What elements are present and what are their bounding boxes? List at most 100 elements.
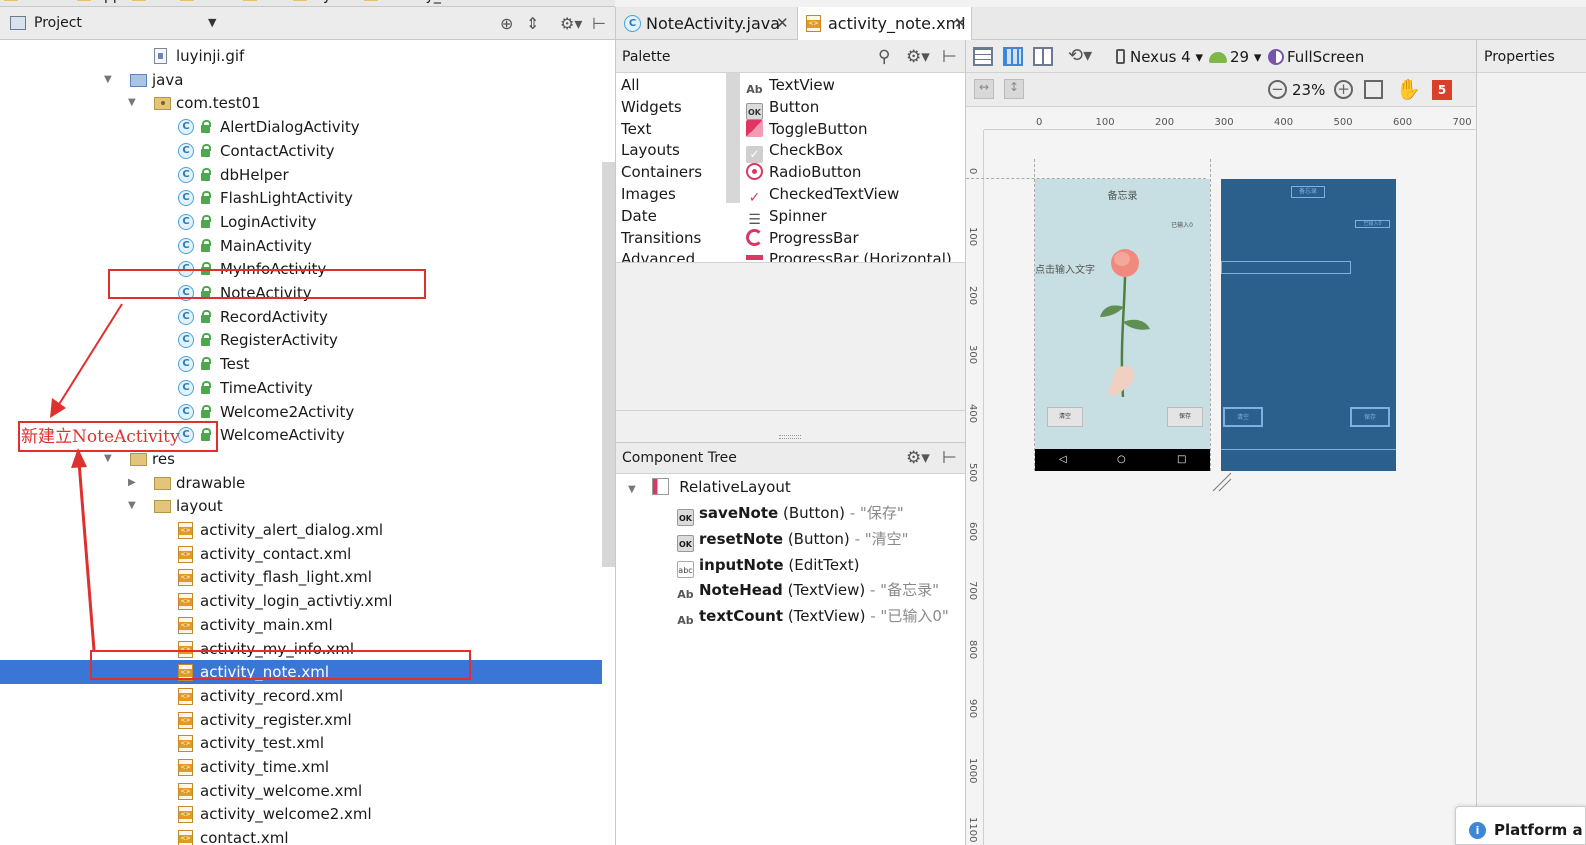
- chevron-down-icon[interactable]: ▼: [128, 91, 136, 115]
- breadcrumb-item[interactable]: src: [131, 0, 170, 4]
- preview-reset-button[interactable]: 清空: [1047, 407, 1083, 427]
- tree-item[interactable]: CdbHelper: [0, 163, 602, 187]
- orientation-icon[interactable]: ⟲▾: [1068, 45, 1092, 66]
- palette-widget[interactable]: ☰ Spinner: [746, 205, 826, 228]
- palette-category[interactable]: Layouts: [621, 139, 680, 161]
- zoom-in-icon[interactable]: +: [1334, 80, 1353, 99]
- tree-item[interactable]: activity_welcome2.xml: [0, 802, 602, 826]
- tree-item[interactable]: activity_alert_dialog.xml: [0, 518, 602, 542]
- palette-widget[interactable]: ProgressBar (Horizontal): [746, 248, 952, 262]
- device-selector[interactable]: Nexus 4 ▾: [1116, 48, 1203, 66]
- tree-item[interactable]: C RegisterActivity: [0, 328, 602, 352]
- palette-category[interactable]: Advanced: [621, 248, 695, 262]
- component-tree-item[interactable]: Ab textCount (TextView) - "已输入0": [677, 604, 948, 628]
- gear-icon[interactable]: ⚙▾: [906, 448, 930, 468]
- hand-pan-icon[interactable]: ✋: [1396, 77, 1421, 101]
- palette-widget[interactable]: ✓ CheckedTextView: [746, 183, 900, 206]
- palette-category[interactable]: All: [621, 74, 640, 96]
- preview-save-button[interactable]: 保存: [1167, 407, 1203, 427]
- palette-category[interactable]: Date: [621, 205, 657, 227]
- component-tree-item[interactable]: Ab NoteHead (TextView) - "备忘录": [677, 578, 939, 602]
- palette-widget[interactable]: Ab TextView: [746, 74, 835, 96]
- palette-category[interactable]: Images: [621, 183, 676, 205]
- chevron-down-icon[interactable]: ▼: [128, 494, 136, 518]
- tree-item[interactable]: ▼ java: [0, 68, 602, 92]
- error-count-badge[interactable]: 5: [1432, 80, 1452, 100]
- project-view-selector[interactable]: Project: [34, 15, 82, 31]
- palette-category[interactable]: Containers: [621, 161, 702, 183]
- blueprint-text-count[interactable]: 已输入0: [1355, 220, 1390, 228]
- project-tree-scrollbar[interactable]: [602, 162, 615, 567]
- preview-input-note[interactable]: 点击输入文字: [1035, 261, 1095, 276]
- tree-item[interactable]: activity_contact.xml: [0, 542, 602, 566]
- search-icon[interactable]: ⚲: [878, 47, 890, 67]
- palette-widget[interactable]: ToggleButton: [746, 118, 867, 140]
- tab-noteactivity-java[interactable]: C NoteActivity.java ✕: [616, 7, 796, 40]
- tree-item[interactable]: C FlashLightActivity: [0, 186, 602, 210]
- tree-item[interactable]: activity_main.xml: [0, 613, 602, 637]
- tree-item[interactable]: C Test: [0, 352, 602, 376]
- tab-activity-note-xml[interactable]: activity_note.xml ✕: [797, 7, 972, 40]
- hide-panel-icon[interactable]: ⊢: [942, 448, 957, 468]
- blueprint-input-note[interactable]: [1221, 261, 1351, 274]
- component-tree-item[interactable]: abc inputNote (EditText): [677, 553, 859, 578]
- component-tree-item[interactable]: OK resetNote (Button) - "清空": [677, 527, 909, 552]
- blueprint-note-head[interactable]: 备忘录: [1291, 186, 1325, 198]
- palette-categories-scrollbar[interactable]: [726, 73, 740, 203]
- split-view-icon[interactable]: [1033, 47, 1053, 66]
- preview-text-count[interactable]: 已输入0: [1171, 220, 1193, 229]
- tree-item[interactable]: activity_register.xml: [0, 708, 602, 732]
- pan-vertical-icon[interactable]: ↕: [1004, 79, 1024, 99]
- collapse-all-icon[interactable]: ⇕: [526, 14, 539, 33]
- palette-category[interactable]: Widgets: [621, 96, 682, 118]
- palette-widget[interactable]: ProgressBar: [746, 227, 859, 249]
- tree-item[interactable]: luyinji.gif: [0, 44, 602, 68]
- blueprint-reset-button[interactable]: 清空: [1223, 407, 1263, 427]
- tree-item[interactable]: C ContactActivity: [0, 139, 602, 163]
- tree-item[interactable]: activity_time.xml: [0, 755, 602, 779]
- chevron-down-icon[interactable]: ▼: [628, 484, 636, 495]
- tree-item[interactable]: activity_record.xml: [0, 684, 602, 708]
- breadcrumb-item[interactable]: app: [77, 0, 122, 4]
- chevron-down-icon[interactable]: ▼: [208, 16, 216, 29]
- blueprint-save-button[interactable]: 保存: [1350, 407, 1390, 427]
- tree-item[interactable]: activity_welcome.xml: [0, 779, 602, 803]
- design-view-icon[interactable]: [973, 47, 993, 66]
- component-tree-root[interactable]: ▼ RelativeLayout: [628, 475, 791, 499]
- zoom-out-icon[interactable]: −: [1268, 80, 1287, 99]
- gear-icon[interactable]: ⚙▾: [560, 14, 582, 33]
- splitter-handle[interactable]: [779, 435, 801, 439]
- palette-category[interactable]: Text: [621, 118, 651, 140]
- tree-item[interactable]: activity_test.xml: [0, 731, 602, 755]
- design-canvas[interactable]: 0 100 200 300 400 500 600 700 0 100 200 300 400 500 6…: [966, 107, 1476, 845]
- tree-item[interactable]: activity_flash_light.xml: [0, 565, 602, 589]
- tree-item[interactable]: activity_login_activtiy.xml: [0, 589, 602, 613]
- tree-item[interactable]: C LoginActivity: [0, 210, 602, 234]
- breadcrumb-item[interactable]: activity_note.xml: [364, 0, 503, 4]
- platform-notification[interactable]: i Platform a: [1455, 806, 1586, 845]
- resize-handle[interactable]: [1211, 471, 1233, 493]
- tree-item[interactable]: C TimeActivity: [0, 376, 602, 400]
- tree-item[interactable]: C Welcome2Activity: [0, 400, 602, 424]
- blueprint-preview-screen[interactable]: 备忘录 已输入0 清空 保存: [1221, 179, 1396, 471]
- palette-widget[interactable]: ✓ CheckBox: [746, 139, 843, 164]
- close-icon[interactable]: ✕: [776, 7, 789, 40]
- breadcrumb-item[interactable]: layout: [292, 0, 354, 4]
- palette-widget[interactable]: OK Button: [746, 96, 819, 120]
- theme-selector[interactable]: FullScreen: [1268, 48, 1364, 66]
- breadcrumb-item[interactable]: Test01: [4, 0, 67, 4]
- gear-icon[interactable]: ⚙▾: [906, 47, 930, 67]
- tree-item[interactable]: C AlertDialogActivity: [0, 115, 602, 139]
- breadcrumb-item[interactable]: main: [180, 0, 233, 4]
- close-icon[interactable]: ✕: [954, 7, 967, 40]
- chevron-right-icon[interactable]: ▶: [128, 471, 136, 495]
- chevron-down-icon[interactable]: ▼: [104, 68, 112, 92]
- tree-item[interactable]: C RecordActivity: [0, 305, 602, 329]
- tree-item[interactable]: ▼ layout: [0, 494, 602, 518]
- tree-item[interactable]: contact.xml: [0, 826, 602, 845]
- hide-panel-icon[interactable]: ⊢: [592, 14, 606, 33]
- hide-panel-icon[interactable]: ⊢: [942, 47, 957, 67]
- api-level-selector[interactable]: 29 ▾: [1209, 48, 1261, 66]
- design-preview-screen[interactable]: 备忘录 已输入0 点击输入文字 清空 保存 ◁ ○ □: [966, 159, 1211, 471]
- tree-item[interactable]: ▼ com.test01: [0, 91, 602, 115]
